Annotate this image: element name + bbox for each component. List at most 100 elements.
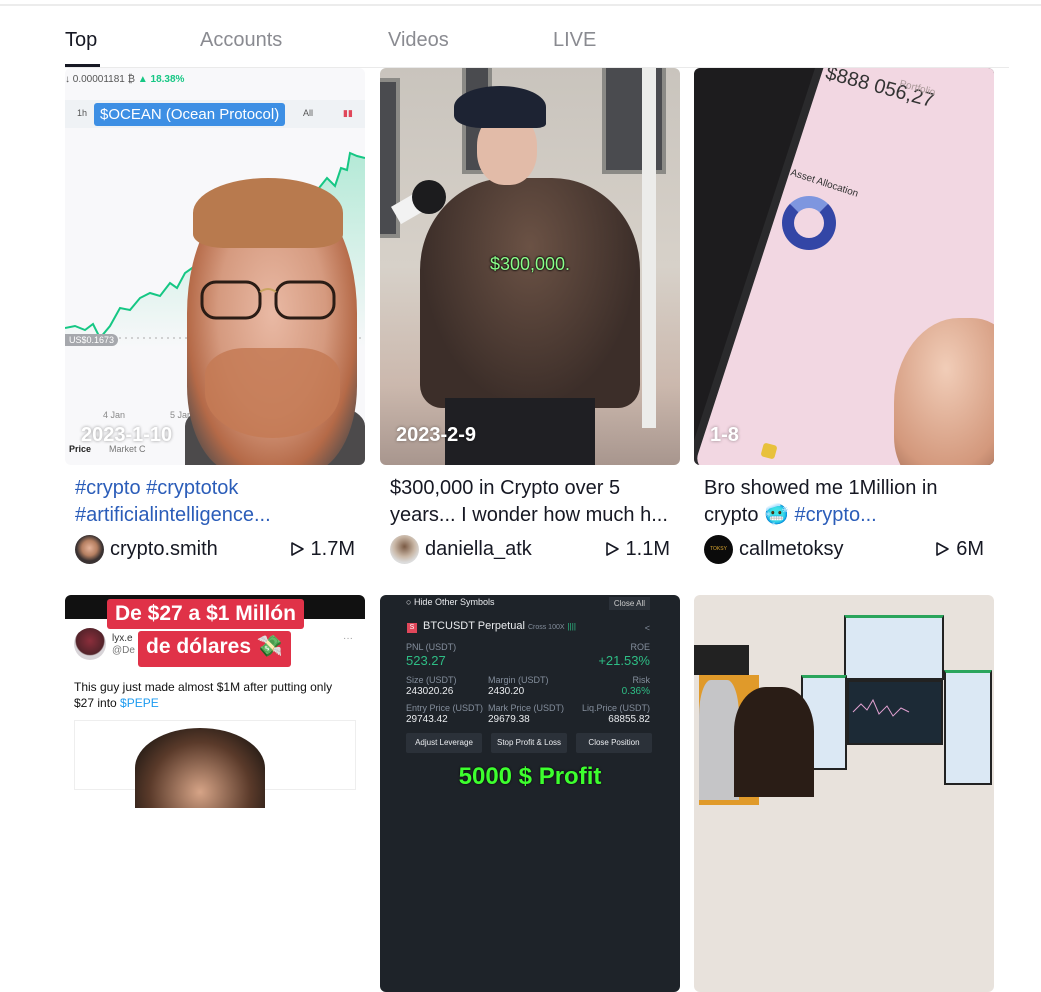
- avatar[interactable]: [75, 534, 104, 564]
- overlay-title-line2: de dólares 💸: [138, 631, 292, 667]
- video-thumbnail[interactable]: $300,000. 2023-2-9: [380, 68, 680, 465]
- tweet-name: lyx.e: [112, 633, 133, 644]
- video-thumbnail[interactable]: lyx.e @De ··· De $27 a $1 Millón de dóla…: [65, 595, 365, 992]
- size-value: 243020.26: [406, 686, 454, 697]
- author[interactable]: TOKSY callmetoksy: [704, 534, 843, 564]
- entry-label: Entry Price (USDT): [406, 703, 484, 713]
- monitor-right: [944, 670, 992, 785]
- price-change: ▲ 18.38%: [137, 74, 185, 85]
- hashtag-link[interactable]: #crypto #cryptotok: [75, 477, 238, 499]
- roe-value: +21.53%: [598, 653, 650, 668]
- monitor-chart: [847, 680, 943, 745]
- hashtag-link[interactable]: #artificialintelligence...: [75, 504, 271, 526]
- tweet-avatar: [74, 628, 106, 660]
- play-icon: [290, 542, 304, 556]
- symbol-badge: S: [407, 623, 417, 633]
- liq-label: Liq.Price (USDT): [581, 703, 650, 713]
- pnl-label: PNL (USDT): [406, 642, 457, 652]
- tab-accounts[interactable]: Accounts: [200, 29, 282, 52]
- tweet-body: This guy just made almost $1M after putt…: [74, 680, 333, 710]
- person: [734, 687, 814, 797]
- view-count: 6M: [934, 534, 984, 564]
- candle-icon: ▮▮: [343, 108, 353, 118]
- microphone-icon: [412, 180, 446, 214]
- avatar[interactable]: [390, 534, 419, 564]
- monitor: [844, 615, 944, 680]
- active-tab-indicator: [65, 64, 100, 67]
- play-icon: [936, 542, 950, 556]
- views-value: 6M: [956, 537, 984, 560]
- symbol-title: BTCUSDT Perpetual Cross 100X ||||: [423, 620, 576, 632]
- hashtag-link[interactable]: #crypto...: [794, 504, 876, 526]
- author-name[interactable]: crypto.smith: [110, 538, 218, 561]
- entry-value: 29743.42: [406, 714, 448, 725]
- author[interactable]: crypto.smith: [75, 534, 218, 564]
- more-icon: ···: [343, 633, 353, 644]
- drainpipe: [642, 68, 656, 428]
- view-count: 1.1M: [604, 534, 670, 564]
- person-hair: [193, 178, 343, 248]
- tab-live[interactable]: LIVE: [553, 29, 596, 52]
- price-row: ↓ 0.00001181 ₿ ▲ 18.38%: [65, 74, 184, 85]
- video-caption[interactable]: $300,000 in Crypto over 5 years... I won…: [390, 475, 675, 529]
- pnl-value: 523.27: [406, 653, 446, 668]
- symbol-name: BTCUSDT Perpetual: [423, 620, 525, 632]
- liq-value: 68855.82: [608, 714, 650, 725]
- views-value: 1.1M: [625, 537, 670, 560]
- video-thumbnail[interactable]: ↓ 0.00001181 ₿ ▲ 18.38% 1h All ▮▮ $OCEAN…: [65, 68, 365, 465]
- risk-value: 0.36%: [621, 686, 650, 697]
- x-tick: 4 Jan: [103, 410, 126, 420]
- hide-other-label: Hide Other Symbols: [413, 597, 495, 607]
- video-date: 2023-1-10: [81, 424, 173, 446]
- risk-label: Risk: [632, 675, 651, 685]
- roe-label: ROE: [630, 642, 650, 652]
- margin-label: Margin (USDT): [488, 675, 549, 685]
- hide-other-symbols: ○ Hide Other Symbols: [406, 597, 495, 607]
- avatar[interactable]: TOKSY: [704, 534, 733, 564]
- person-beard: [205, 348, 340, 438]
- price-btc: ↓ 0.00001181 ₿: [65, 74, 136, 85]
- view-count: 1.7M: [289, 534, 355, 564]
- adjust-leverage-button: Adjust Leverage: [406, 733, 482, 753]
- close-all-button: Close All: [608, 597, 650, 610]
- tab-videos[interactable]: Videos: [388, 29, 449, 52]
- video-date: 1-8: [710, 424, 739, 446]
- views-value: 1.7M: [310, 537, 355, 560]
- video-caption[interactable]: Bro showed me 1Million in crypto 🥶 #cryp…: [704, 475, 989, 529]
- size-label: Size (USDT): [406, 675, 457, 685]
- person-jacket: [420, 178, 640, 408]
- share-icon: <: [644, 623, 650, 633]
- search-tabs: Top Accounts Videos LIVE: [65, 0, 1009, 68]
- video-caption[interactable]: #crypto #cryptotok #artificialintelligen…: [75, 475, 360, 529]
- wall-cards: [694, 645, 749, 675]
- profit-overlay: 5000 $ Profit: [458, 763, 602, 790]
- close-position-button: Close Position: [576, 733, 652, 753]
- overlay-label: $OCEAN (Ocean Protocol): [94, 103, 286, 126]
- author[interactable]: daniella_atk: [390, 534, 532, 564]
- range-all: All: [303, 108, 314, 118]
- video-thumbnail[interactable]: $888 056,27 Portfolio Asset Allocation 1…: [694, 68, 994, 465]
- person-head: [135, 728, 265, 808]
- overlay-title-line1: De $27 a $1 Millón: [107, 599, 304, 629]
- tab-top[interactable]: Top: [65, 29, 97, 52]
- price-pill: US$0.1673: [65, 334, 119, 346]
- video-thumbnail[interactable]: [694, 595, 994, 992]
- video-date: 2023-2-9: [396, 424, 477, 446]
- author-name[interactable]: daniella_atk: [425, 538, 532, 561]
- mark-value: 29679.38: [488, 714, 530, 725]
- chart-icon: [852, 698, 910, 717]
- person-cap: [454, 86, 546, 128]
- tweet-link: $PEPE: [120, 696, 159, 710]
- range-1h: 1h: [77, 108, 88, 118]
- overlay-text: $300,000.: [489, 254, 571, 274]
- margin-value: 2430.20: [488, 686, 525, 697]
- video-thumbnail[interactable]: ○ Hide Other Symbols Close All S BTCUSDT…: [380, 595, 680, 992]
- tweet-handle: @De: [112, 645, 135, 656]
- play-icon: [605, 542, 619, 556]
- window: [602, 68, 666, 174]
- author-name[interactable]: callmetoksy: [739, 538, 843, 561]
- donut-chart: [782, 196, 836, 250]
- mark-label: Mark Price (USDT): [488, 703, 564, 713]
- tweet-text: This guy just made almost $1M after putt…: [74, 679, 354, 711]
- glasses-icon: [200, 280, 336, 320]
